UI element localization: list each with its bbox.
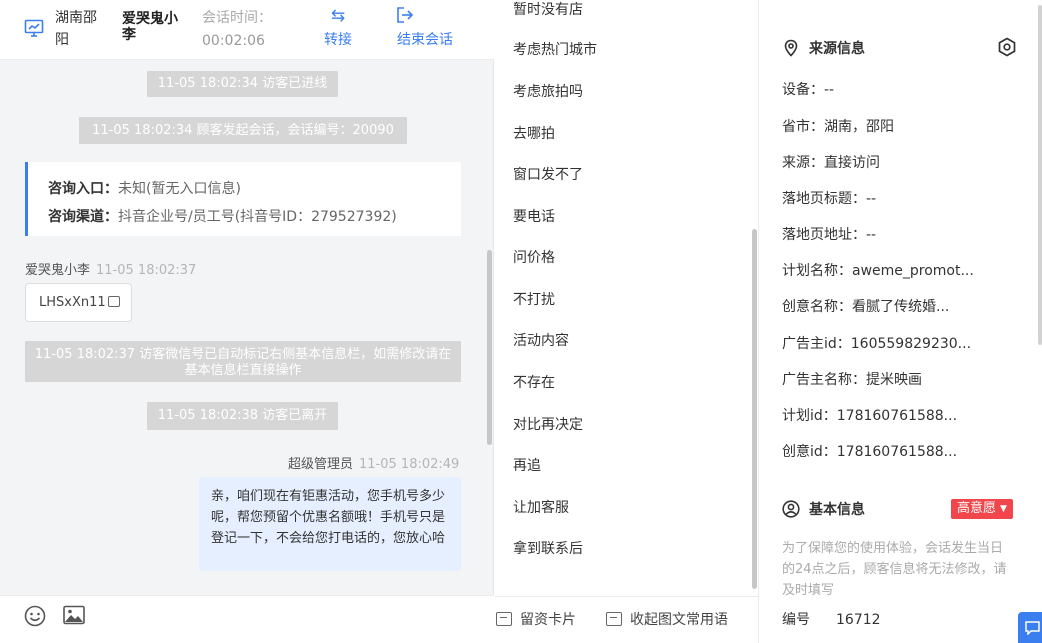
system-message: 11-05 18:02:34 访客已进线 [147,71,338,97]
quick-reply-scrollbar[interactable] [752,229,757,589]
copy-icon[interactable] [107,296,120,307]
customer-id-value: 16712 [836,612,881,628]
chat-header: 湖南邵阳 爱哭鬼小李 会话时间： 00:02:06 ⇆ 转接 结束会话 [0,0,494,60]
transfer-button[interactable]: ⇆ 转接 [322,5,354,51]
end-session-button[interactable]: 结束会话 [394,5,456,51]
quick-reply-item[interactable]: 让加客服 [513,497,569,519]
session-time-label: 会话时间： [202,10,272,26]
monitor-chart-icon [24,19,44,37]
message-time: 11-05 18:02:37 [96,263,197,278]
swap-arrows-icon: ⇆ [330,6,346,26]
source-row-plan-name: 计划名称：aweme_promot... [782,263,974,279]
quick-reply-item[interactable]: 对比再决定 [513,414,583,436]
floating-chat-button[interactable] [1018,612,1042,643]
source-row-source: 来源：直接访问 [782,155,880,171]
emoji-icon[interactable] [24,605,46,627]
quick-reply-item[interactable]: 去哪拍 [513,123,555,145]
consult-entry-label: 咨询入口： [48,181,118,197]
visitor-name: 爱哭鬼小李 [122,11,178,43]
caret-down-icon: ▼ [1000,504,1007,514]
consult-channel-value: 抖音企业号/员工号(抖音号ID：279527392) [118,209,397,225]
agent-message-bubble: 亲，咱们现在有钜惠活动，您手机号多少呢，帮您预留个优惠名额哦！手机号只是登记一下… [199,477,461,571]
lead-card-label: 留资卡片 [520,612,576,628]
quick-reply-item[interactable]: 再追 [513,455,541,477]
source-row-creative-name: 创意名称：看腻了传统婚... [782,299,950,315]
session-time: 00:02:06 [202,33,265,49]
intent-level-dropdown[interactable]: 高意愿 ▼ [951,499,1013,519]
basic-info-title-text: 基本信息 [809,502,865,518]
source-row-device: 设备：-- [782,82,835,98]
end-session-label: 结束会话 [397,32,453,48]
collapse-phrases-button[interactable]: 收起图文常用语 [606,610,728,630]
system-message: 11-05 18:02:37 访客微信号已自动标记右侧基本信息栏，如需修改请在基… [25,341,461,382]
chat-panel: 湖南邵阳 爱哭鬼小李 会话时间： 00:02:06 ⇆ 转接 结束会话 11-0… [0,0,494,643]
visitor-message-text: LHSxXn11 [39,295,106,310]
exit-icon [394,5,456,29]
message-time: 11-05 18:02:49 [359,457,460,472]
quick-reply-item[interactable]: 不存在 [513,372,555,394]
quick-reply-item[interactable]: 不打扰 [513,289,555,311]
image-icon[interactable] [63,605,85,625]
source-row-plan-id: 计划id：178160761588... [782,408,958,424]
source-row-creative-id: 创意id：178160761588... [782,444,958,460]
customer-id-label: 编号 [782,612,810,628]
settings-icon[interactable] [997,37,1017,57]
source-info-title: 来源信息 [782,38,865,60]
system-message: 11-05 18:02:34 顾客发起会话，会话编号：20090 [79,117,407,144]
customer-id-row: 编号 16712 [782,609,881,631]
quick-reply-item[interactable]: 活动内容 [513,330,569,352]
visitor-location: 湖南邵阳 [55,10,97,48]
system-message: 11-05 18:02:38 访客已离开 [147,402,338,430]
chat-scrollbar[interactable] [487,250,492,445]
source-row-landing-title: 落地页标题：-- [782,191,877,207]
source-info-title-text: 来源信息 [809,41,865,57]
source-row-region: 省市：湖南，邵阳 [782,119,894,135]
consult-channel-label: 咨询渠道： [48,209,118,225]
quick-reply-item[interactable]: 问价格 [513,247,555,269]
consult-channel-row: 咨询渠道：抖音企业号/员工号(抖音号ID：279527392) [48,202,461,232]
chat-bubble-icon [1025,621,1040,635]
quick-reply-item[interactable]: 考虑旅拍吗 [513,81,583,103]
user-circle-icon [782,500,800,518]
quick-reply-panel: 暂时没有店 考虑热门城市 考虑旅拍吗 去哪拍 窗口发不了 要电话 问价格 不打扰… [495,0,758,643]
transfer-label: 转接 [324,32,352,48]
source-row-advertiser-id: 广告主id：160559829230... [782,336,972,352]
quick-reply-item[interactable]: 考虑热门城市 [513,39,597,61]
edit-notice: 为了保障您的使用体验，会话发生当日的24点之后，顾客信息将无法修改，请及时填写 [782,541,1007,598]
message-sender: 爱哭鬼小李 [25,263,91,278]
consult-entry-value: 未知(暂无入口信息) [118,181,241,197]
basic-info-title: 基本信息 [782,499,865,521]
visitor-message-meta: 爱哭鬼小李 11-05 18:02:37 [25,259,196,278]
card-icon [496,612,512,626]
collapse-phrases-label: 收起图文常用语 [630,612,728,628]
quick-reply-item[interactable]: 要电话 [513,206,555,228]
agent-message-meta: 超级管理员 11-05 18:02:49 [288,453,459,472]
quick-reply-item[interactable]: 窗口发不了 [513,164,583,186]
source-row-advertiser: 广告主名称：提米映画 [782,372,922,388]
info-side-panel: 来源信息 设备：-- 省市：湖南，邵阳 来源：直接访问 落地页标题：-- 落地页… [758,0,1042,643]
quick-reply-item[interactable]: 暂时没有店 [513,0,583,21]
consult-info-card: 咨询入口：未知(暂无入口信息) 咨询渠道：抖音企业号/员工号(抖音号ID：279… [25,162,461,236]
intent-level-label: 高意愿 [957,501,997,516]
location-pin-icon [784,39,798,57]
quick-reply-toolbar: 留资卡片 收起图文常用语 [495,596,758,643]
quick-reply-item[interactable]: 拿到联系后 [513,538,583,560]
chat-toolbar [0,595,494,643]
lead-card-button[interactable]: 留资卡片 [496,610,576,630]
message-sender: 超级管理员 [288,457,354,472]
side-scrollbar[interactable] [1038,5,1042,345]
visitor-message-bubble[interactable]: LHSxXn11 [25,283,132,322]
consult-entry-row: 咨询入口：未知(暂无入口信息) [48,174,461,204]
message-icon [606,612,622,626]
source-row-landing-url: 落地页地址：-- [782,227,877,243]
